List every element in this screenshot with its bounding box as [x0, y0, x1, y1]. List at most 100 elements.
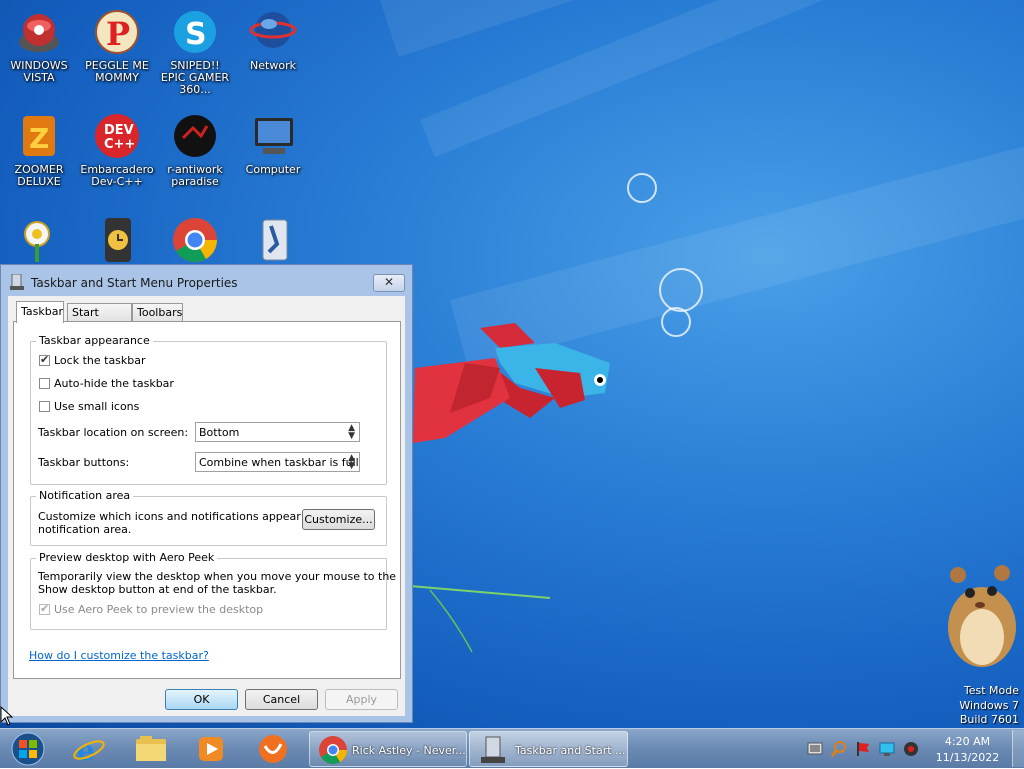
window-title: Taskbar and Start Menu Properties — [31, 276, 238, 290]
small-icons-label[interactable]: Use small icons — [54, 400, 139, 413]
window-titlebar[interactable]: Taskbar and Start Menu Properties ✕ — [1, 265, 412, 297]
desktop-icon-label: Network — [250, 59, 296, 72]
desktop-icon-label: Embarcadero Dev-C++ — [80, 163, 154, 188]
cancel-button[interactable]: Cancel — [245, 689, 318, 710]
buttons-select[interactable]: Combine when taskbar is full ▲ ▼ — [195, 452, 360, 472]
wallpaper-bubble — [661, 307, 691, 337]
group-title: Preview desktop with Aero Peek — [36, 551, 218, 564]
desktop-icon-chrome[interactable] — [157, 216, 233, 268]
clock-app-icon — [93, 216, 141, 264]
wallpaper-bubble — [659, 268, 703, 312]
taskbar-task-chrome[interactable]: Rick Astley - Never... — [309, 731, 467, 767]
skype-icon: S — [171, 8, 219, 56]
media-player-icon — [199, 737, 223, 761]
desktop-icon-label: r-antiwork paradise — [167, 163, 223, 188]
desktop-icon-computer[interactable]: Computer — [235, 112, 311, 176]
aero-peek-checkbox[interactable]: ✔ — [39, 602, 50, 615]
group-aero-peek: Preview desktop with Aero Peek Temporari… — [30, 551, 396, 630]
desktop-icon-windows-vista[interactable]: WINDOWS VISTA — [1, 8, 77, 84]
desktop-icon-label: Computer — [245, 163, 301, 176]
desktop-icon-zoomer[interactable]: Z ZOOMER DELUXE — [1, 112, 77, 188]
test-mode-watermark: Test Mode Windows 7 Build 7601 — [959, 684, 1019, 728]
desktop-icon-network[interactable]: Network — [235, 8, 311, 72]
desktop-icon-label: ZOOMER DELUXE — [14, 163, 64, 188]
desktop-icon-installer[interactable] — [235, 216, 311, 268]
file-explorer-icon — [136, 736, 166, 761]
apply-button[interactable]: Apply — [325, 689, 398, 710]
show-desktop-button[interactable] — [1012, 730, 1024, 767]
peek-text: Show desktop button at end of the taskba… — [38, 583, 277, 596]
checkmark-icon: ✔ — [40, 602, 50, 615]
close-icon: ✕ — [384, 275, 395, 289]
taskbar-pin-media[interactable] — [192, 732, 230, 765]
lock-taskbar-checkbox[interactable]: ✔ — [39, 353, 50, 366]
vista-ball-icon — [15, 8, 63, 56]
updown-arrows-icon: ▲ ▼ — [348, 423, 355, 441]
lock-taskbar-label[interactable]: Lock the taskbar — [54, 354, 146, 367]
tab-start-menu[interactable]: Start Menu — [67, 303, 132, 337]
desktop-icon-plants[interactable] — [1, 216, 77, 268]
desktop-icon-antiwork[interactable]: r-antiwork paradise — [157, 112, 233, 188]
zoomer-icon: Z — [15, 112, 63, 160]
location-label: Taskbar location on screen: — [38, 426, 189, 439]
wallpaper-streak — [420, 0, 1024, 158]
betta-fish-wallpaper — [413, 323, 610, 443]
svg-text:DEV: DEV — [104, 123, 134, 138]
clock-date: 11/13/2022 — [935, 751, 1000, 764]
desktop-icon-clock-app[interactable] — [79, 216, 155, 268]
tray-search-icon[interactable] — [831, 741, 847, 757]
taskbar-properties-window[interactable]: Taskbar and Start Menu Properties ✕ Task… — [0, 264, 413, 723]
group-notification-area: Notification area Customize which icons … — [30, 489, 387, 546]
location-value: Bottom — [199, 426, 240, 439]
buttons-label: Taskbar buttons: — [38, 456, 130, 469]
devcpp-icon: DEV C++ — [93, 112, 141, 160]
autohide-checkbox[interactable] — [39, 378, 50, 389]
tab-toolbars[interactable]: Toolbars — [132, 303, 183, 321]
chrome-icon — [319, 736, 347, 764]
plants-zombies-icon — [15, 216, 63, 264]
svg-text:S: S — [185, 17, 207, 52]
grass-wallpaper — [410, 585, 551, 653]
taskbar-properties-icon — [10, 273, 24, 290]
mouse-cursor-icon — [0, 706, 14, 726]
tray-action-center-flag-icon[interactable] — [855, 741, 871, 757]
taskbar-pin-explorer[interactable] — [132, 732, 170, 765]
taskbar-pin-ie[interactable]: e — [70, 732, 108, 767]
help-link[interactable]: How do I customize the taskbar? — [29, 649, 209, 662]
taskbar-properties-icon — [481, 736, 505, 763]
checkmark-icon: ✔ — [40, 353, 50, 366]
autohide-label[interactable]: Auto-hide the taskbar — [54, 377, 174, 390]
desktop-icon-peggle[interactable]: P PEGGLE ME MOMMY — [79, 8, 155, 84]
location-select[interactable]: Bottom ▲ ▼ — [195, 422, 360, 442]
customize-button[interactable]: Customize... — [302, 509, 375, 530]
tab-panel-taskbar: Taskbar appearance ✔ Lock the taskbar Au… — [13, 321, 401, 679]
taskbar-clock[interactable]: 4:20 AM 11/13/2022 — [930, 734, 1005, 766]
small-icons-checkbox[interactable] — [39, 401, 50, 412]
taskbar-pin-uc[interactable] — [254, 732, 292, 765]
desktop-icon-sniped[interactable]: S SNIPED!! EPIC GAMER 360... — [157, 8, 233, 96]
taskbar-task-properties[interactable]: Taskbar and Start ... — [469, 731, 628, 767]
desktop-icon-devcpp[interactable]: DEV C++ Embarcadero Dev-C++ — [79, 112, 155, 188]
notification-text: notification area. — [38, 523, 132, 536]
group-title: Taskbar appearance — [36, 334, 153, 347]
tray-volume-icon[interactable] — [903, 741, 919, 757]
task-label: Taskbar and Start ... — [515, 744, 626, 757]
close-button[interactable]: ✕ — [373, 274, 405, 292]
tray-display-icon[interactable] — [879, 741, 895, 757]
tray-network-icon[interactable] — [807, 741, 823, 757]
ok-button[interactable]: OK — [165, 689, 238, 710]
start-orb-icon — [11, 732, 45, 766]
desktop-icon-label: SNIPED!! EPIC GAMER 360... — [160, 59, 230, 96]
tab-taskbar[interactable]: Taskbar — [16, 301, 64, 323]
notification-text: Customize which icons and notifications … — [38, 510, 336, 523]
uc-browser-icon — [259, 735, 287, 763]
aero-peek-label[interactable]: Use Aero Peek to preview the desktop — [54, 603, 263, 616]
start-button[interactable] — [6, 732, 50, 766]
watermark-line: Windows 7 — [959, 698, 1019, 712]
updown-arrows-icon: ▲ ▼ — [348, 453, 355, 471]
desktop-icon-label: PEGGLE ME MOMMY — [85, 59, 149, 84]
hamster-desktop-pet[interactable] — [930, 565, 1022, 670]
taskbar: e Rick Astley - Never... Taskbar and Sta… — [0, 728, 1024, 768]
peggle-icon: P — [93, 8, 141, 56]
watermark-line: Build 7601 — [959, 713, 1019, 726]
